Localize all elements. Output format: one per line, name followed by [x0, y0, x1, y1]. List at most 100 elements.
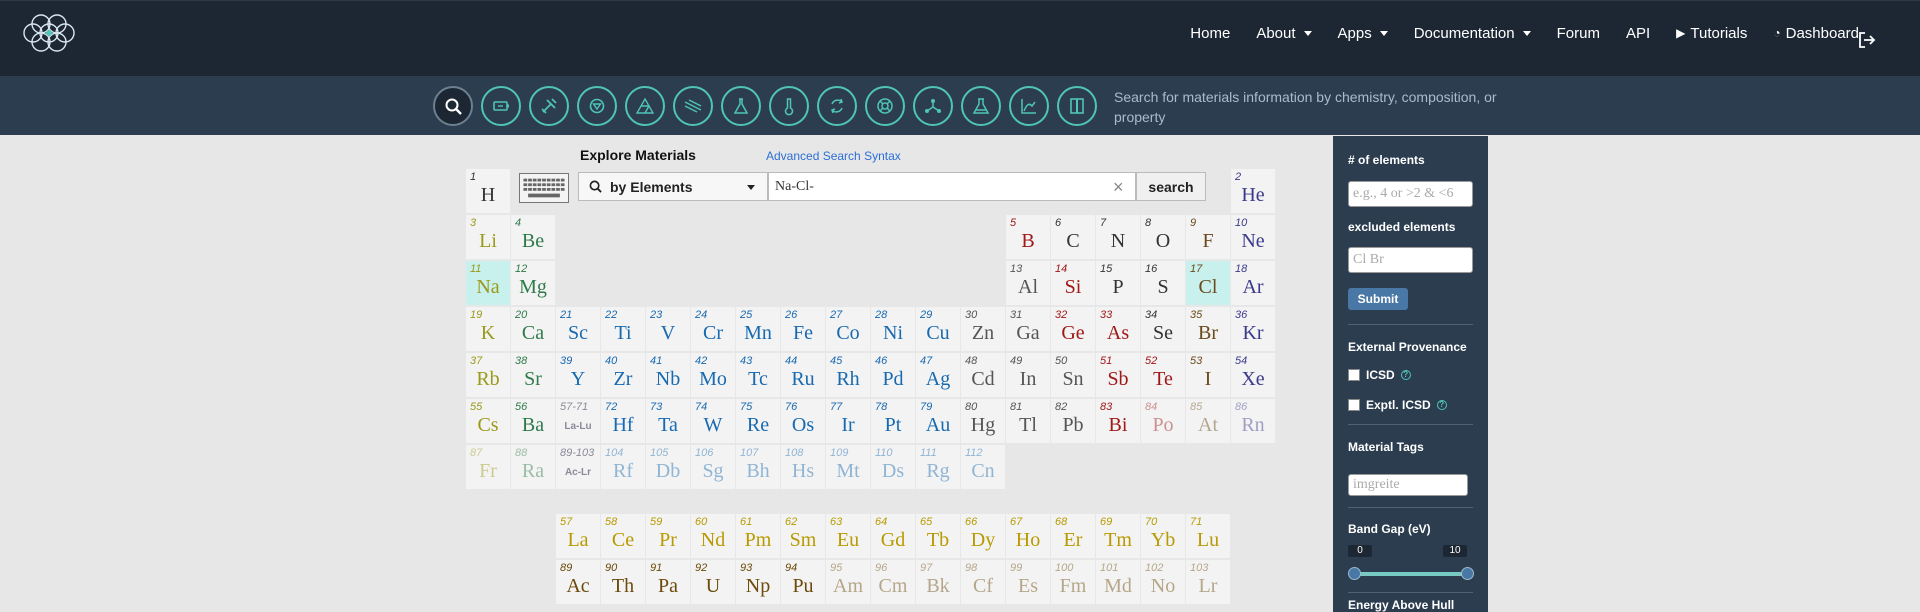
tool-button-molecule[interactable]	[913, 86, 953, 126]
element-te[interactable]: 52 Te	[1141, 353, 1185, 397]
element-cs[interactable]: 55 Cs	[466, 399, 510, 443]
element-se[interactable]: 34 Se	[1141, 307, 1185, 351]
element-v[interactable]: 23 V	[646, 307, 690, 351]
element-n[interactable]: 7N	[1096, 215, 1140, 259]
element-sb[interactable]: 51 Sb	[1096, 353, 1140, 397]
element-bh[interactable]: 107 Bh	[736, 445, 780, 489]
element-dy[interactable]: 66 Dy	[961, 514, 1005, 558]
tool-button-wave[interactable]	[673, 86, 713, 126]
nav-item-dashboard[interactable]: ◔ Dashboard	[1760, 25, 1872, 42]
element-co[interactable]: 27 Co	[826, 307, 870, 351]
clear-icon[interactable]: ×	[1113, 177, 1124, 198]
element-ag[interactable]: 47 Ag	[916, 353, 960, 397]
element-cn[interactable]: 112 Cn	[961, 445, 1005, 489]
material-tags-input[interactable]: imgreite	[1348, 474, 1468, 496]
band-gap-slider-track[interactable]	[1353, 572, 1468, 576]
nav-item-apps[interactable]: Apps	[1325, 25, 1401, 42]
element-rf[interactable]: 104 Rf	[601, 445, 645, 489]
element-ta[interactable]: 73 Ta	[646, 399, 690, 443]
band-gap-max-handle[interactable]	[1461, 567, 1474, 580]
element-cm[interactable]: 96 Cm	[871, 560, 915, 604]
search-mode-dropdown[interactable]: by Elements	[578, 172, 768, 201]
element-zr[interactable]: 40 Zr	[601, 353, 645, 397]
element-hg[interactable]: 80 Hg	[961, 399, 1005, 443]
nav-item-api[interactable]: API	[1613, 25, 1663, 42]
element-mn[interactable]: 25 Mn	[736, 307, 780, 351]
element-cu[interactable]: 29 Cu	[916, 307, 960, 351]
element-pt[interactable]: 78 Pt	[871, 399, 915, 443]
element-es[interactable]: 99 Es	[1006, 560, 1050, 604]
element-ca[interactable]: 20 Ca	[511, 307, 555, 351]
tool-button-triangle-diagram[interactable]	[625, 86, 665, 126]
tool-button-shield[interactable]	[577, 86, 617, 126]
keyboard-icon[interactable]	[519, 173, 569, 203]
element-p[interactable]: 15 P	[1096, 261, 1140, 305]
element-al[interactable]: 13 Al	[1006, 261, 1050, 305]
element-o[interactable]: 8O	[1141, 215, 1185, 259]
element-ba[interactable]: 56 Ba	[511, 399, 555, 443]
element-nd[interactable]: 60 Nd	[691, 514, 735, 558]
element-bi[interactable]: 83 Bi	[1096, 399, 1140, 443]
element-fm[interactable]: 100 Fm	[1051, 560, 1095, 604]
element-s[interactable]: 16 S	[1141, 261, 1185, 305]
element-be[interactable]: 4 Be	[511, 215, 555, 259]
element-bk[interactable]: 97 Bk	[916, 560, 960, 604]
element-zn[interactable]: 30 Zn	[961, 307, 1005, 351]
nav-item-about[interactable]: About	[1243, 25, 1324, 42]
element-tl[interactable]: 81 Tl	[1006, 399, 1050, 443]
advanced-search-link[interactable]: Advanced Search Syntax	[766, 149, 901, 163]
tool-button-search[interactable]	[433, 86, 473, 126]
element-ni[interactable]: 28 Ni	[871, 307, 915, 351]
element-rn[interactable]: 86 Rn	[1231, 399, 1275, 443]
element-ar[interactable]: 18 Ar	[1231, 261, 1275, 305]
exptl-icsd-checkbox[interactable]: Exptl. ICSD ?	[1348, 398, 1447, 412]
tool-button-lifebuoy[interactable]	[865, 86, 905, 126]
element-sc[interactable]: 21 Sc	[556, 307, 600, 351]
num-elements-input[interactable]: e.g., 4 or >2 & <6	[1348, 181, 1473, 207]
excluded-elements-input[interactable]: Cl Br	[1348, 247, 1473, 273]
element-la-lu[interactable]: 57-71 La-Lu	[556, 399, 600, 443]
element-kr[interactable]: 36 Kr	[1231, 307, 1275, 351]
element-cr[interactable]: 24 Cr	[691, 307, 735, 351]
tool-button-thermometer[interactable]	[769, 86, 809, 126]
help-icon[interactable]: ?	[1436, 400, 1447, 410]
element-cl[interactable]: 17 Cl	[1186, 261, 1230, 305]
element-ru[interactable]: 44 Ru	[781, 353, 825, 397]
element-gd[interactable]: 64 Gd	[871, 514, 915, 558]
element-sr[interactable]: 38 Sr	[511, 353, 555, 397]
element-fe[interactable]: 26 Fe	[781, 307, 825, 351]
checkbox[interactable]	[1348, 399, 1360, 411]
element-si[interactable]: 14 Si	[1051, 261, 1095, 305]
element-cd[interactable]: 48 Cd	[961, 353, 1005, 397]
element-at[interactable]: 85 At	[1186, 399, 1230, 443]
search-button[interactable]: search	[1136, 172, 1206, 201]
element-tb[interactable]: 65 Tb	[916, 514, 960, 558]
element-ho[interactable]: 67 Ho	[1006, 514, 1050, 558]
element-sg[interactable]: 106 Sg	[691, 445, 735, 489]
element-db[interactable]: 105 Db	[646, 445, 690, 489]
element-k[interactable]: 19 K	[466, 307, 510, 351]
element-c[interactable]: 6C	[1051, 215, 1095, 259]
element-pm[interactable]: 61 Pm	[736, 514, 780, 558]
element-mo[interactable]: 42 Mo	[691, 353, 735, 397]
element-in[interactable]: 49 In	[1006, 353, 1050, 397]
element-pu[interactable]: 94 Pu	[781, 560, 825, 604]
element-os[interactable]: 76 Os	[781, 399, 825, 443]
element-ti[interactable]: 22 Ti	[601, 307, 645, 351]
element-as[interactable]: 33 As	[1096, 307, 1140, 351]
element-nb[interactable]: 41 Nb	[646, 353, 690, 397]
element-lu[interactable]: 71 Lu	[1186, 514, 1230, 558]
element-he[interactable]: 2 He	[1231, 169, 1275, 213]
element-f[interactable]: 9F	[1186, 215, 1230, 259]
element-xe[interactable]: 54 Xe	[1231, 353, 1275, 397]
element-tm[interactable]: 69 Tm	[1096, 514, 1140, 558]
element-u[interactable]: 92 U	[691, 560, 735, 604]
element-h[interactable]: 1H	[466, 169, 510, 213]
icsd-checkbox[interactable]: ICSD ?	[1348, 368, 1411, 382]
element-hs[interactable]: 108 Hs	[781, 445, 825, 489]
element-md[interactable]: 101 Md	[1096, 560, 1140, 604]
element-la[interactable]: 57 La	[556, 514, 600, 558]
element-pr[interactable]: 59 Pr	[646, 514, 690, 558]
element-ga[interactable]: 31 Ga	[1006, 307, 1050, 351]
element-sn[interactable]: 50 Sn	[1051, 353, 1095, 397]
